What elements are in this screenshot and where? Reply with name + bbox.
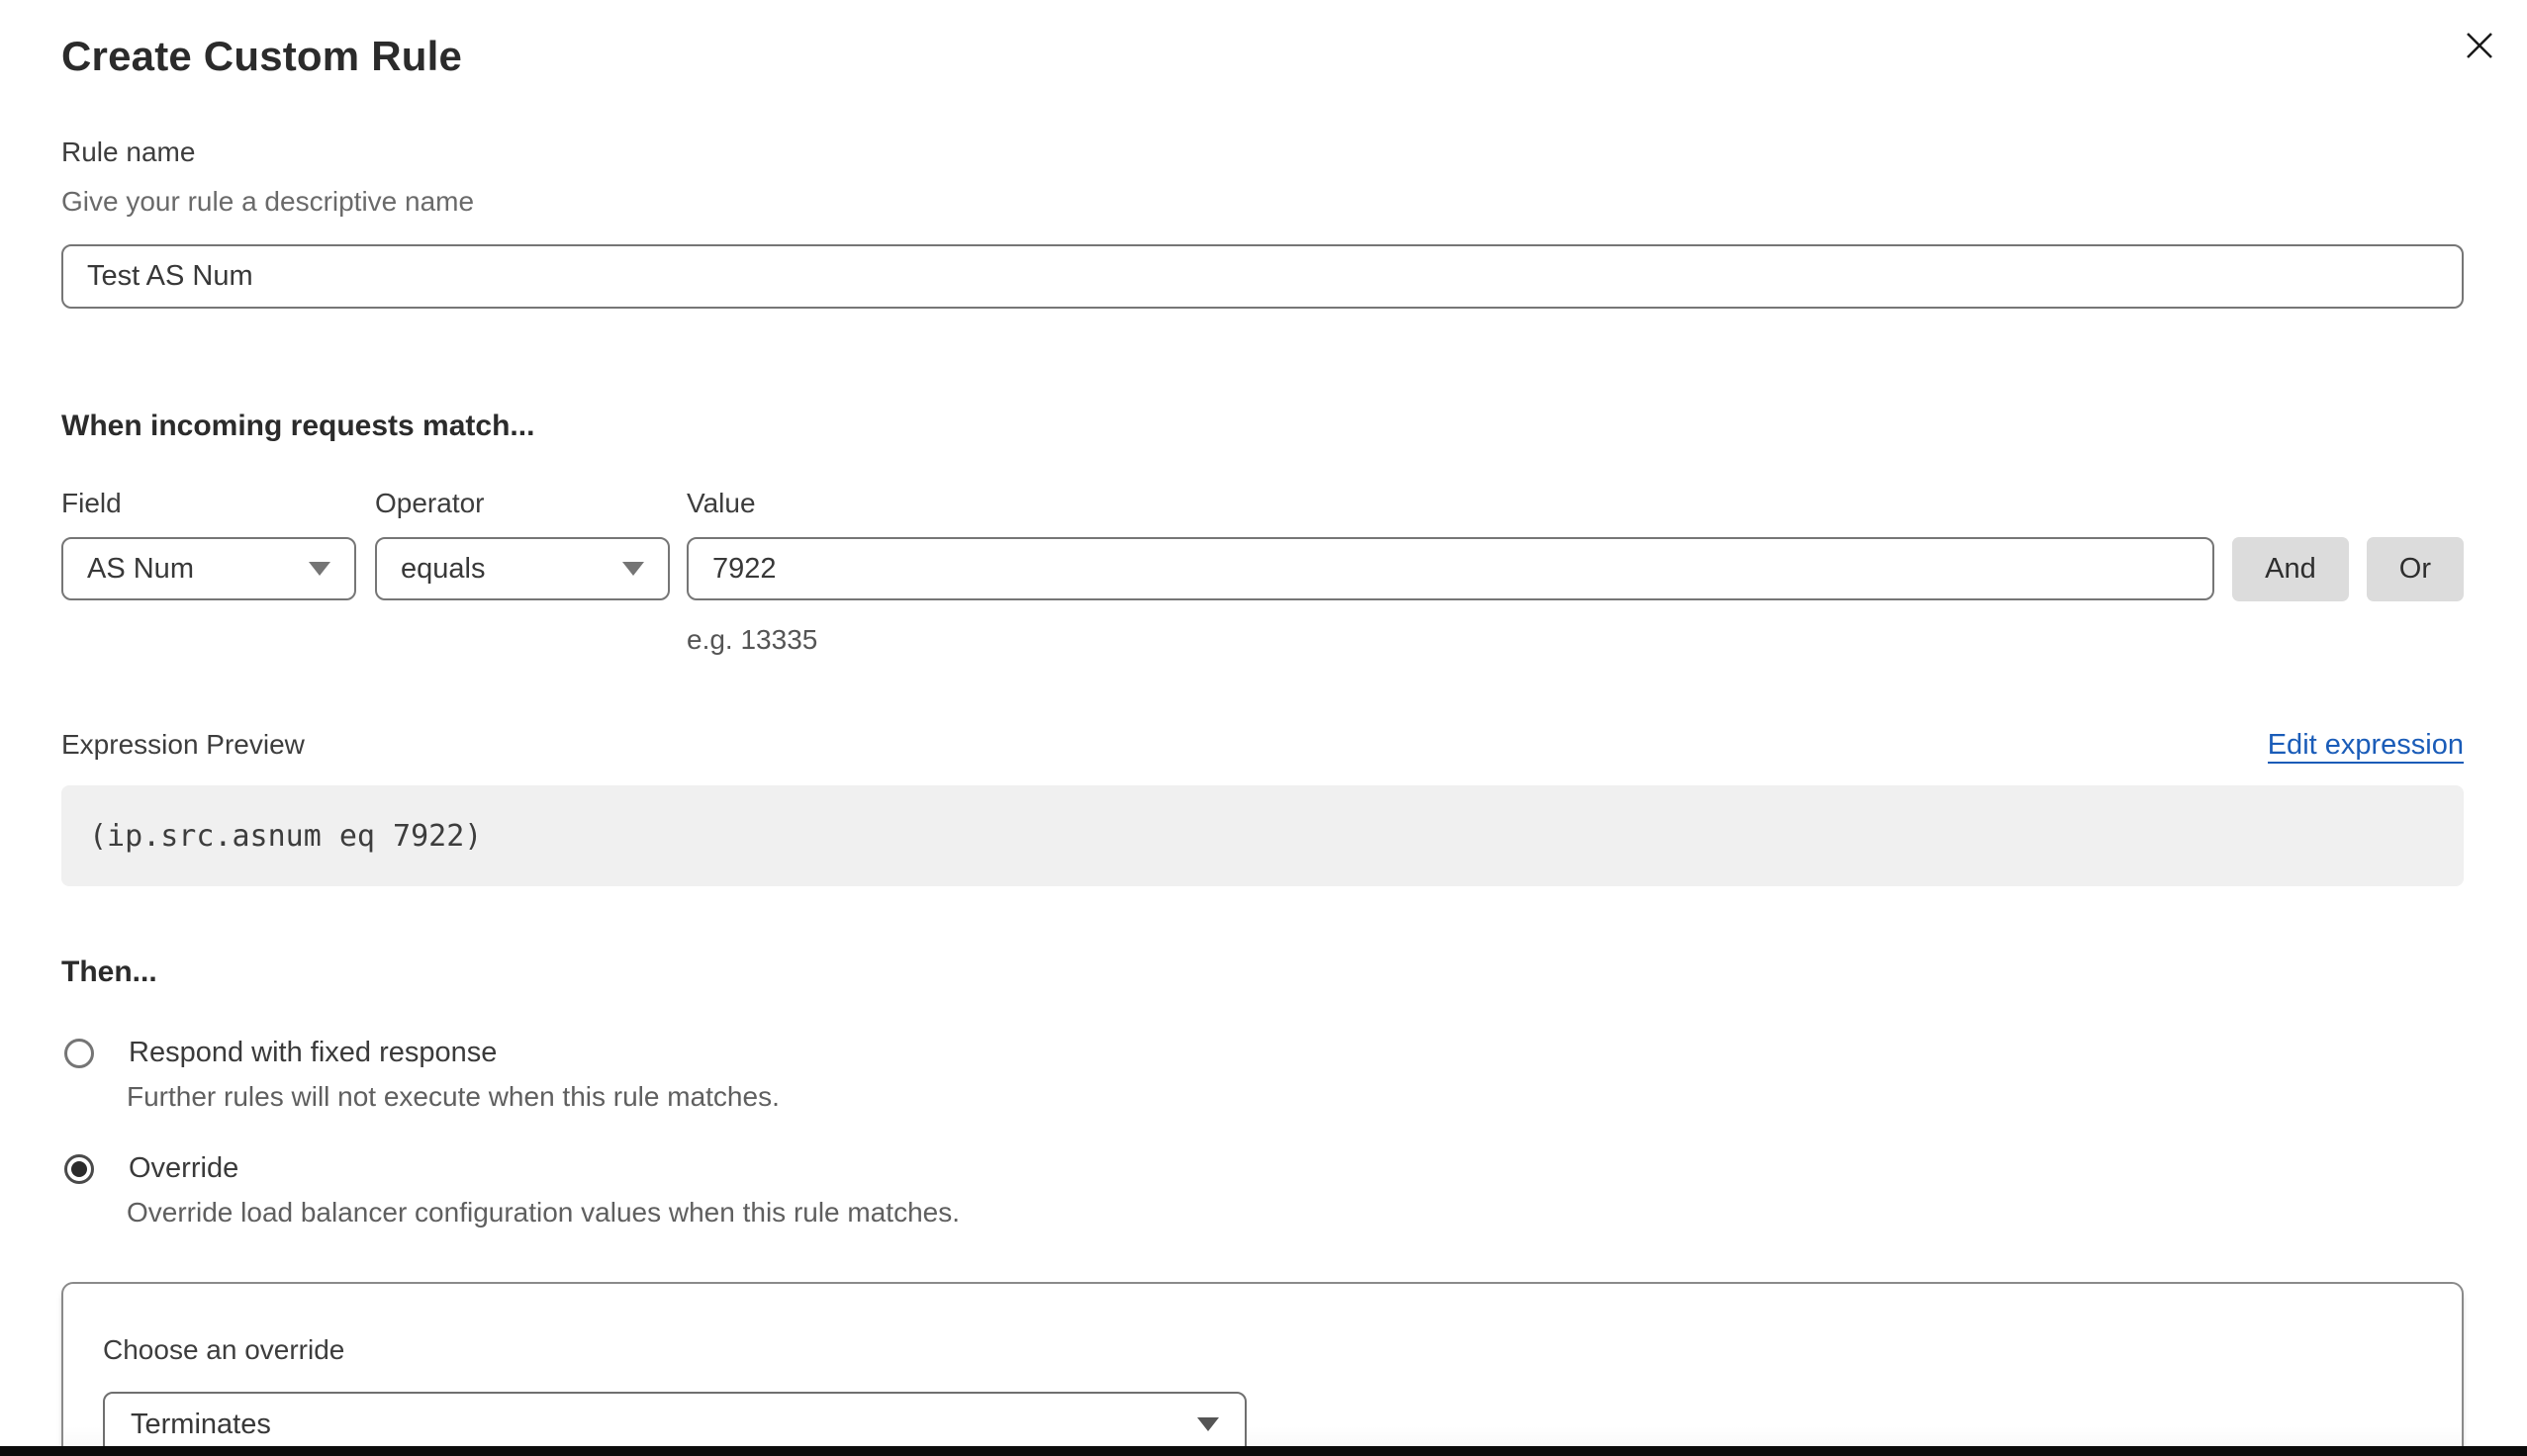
rule-name-input[interactable]: Test AS Num <box>61 244 2464 309</box>
chevron-down-icon <box>622 562 644 576</box>
override-radio-label[interactable]: Override <box>129 1152 238 1185</box>
conjunction-buttons: And Or <box>2232 487 2464 601</box>
field-label: Field <box>61 487 356 520</box>
create-custom-rule-dialog: Create Custom Rule Rule name Give your r… <box>0 0 2527 1456</box>
expression-code: (ip.src.asnum eq 7922) <box>89 819 482 854</box>
operator-select[interactable]: equals <box>375 537 670 600</box>
override-settings-panel: Choose an override Terminates <box>61 1282 2464 1456</box>
fixed-response-helper: Further rules will not execute when this… <box>127 1081 2464 1113</box>
close-button[interactable] <box>2460 26 2499 65</box>
radio-option-override: Override Override load balancer configur… <box>61 1152 2464 1228</box>
override-select-value: Terminates <box>131 1409 271 1441</box>
operator-label: Operator <box>375 487 670 520</box>
edit-expression-link[interactable]: Edit expression <box>2268 728 2464 764</box>
condition-row: Field AS Num Operator equals Value 7922 … <box>61 487 2464 657</box>
or-button[interactable]: Or <box>2367 537 2464 601</box>
rule-name-label: Rule name <box>61 136 2464 169</box>
radio-selected-icon[interactable] <box>64 1154 94 1184</box>
rule-name-helper: Give your rule a descriptive name <box>61 185 2464 219</box>
chevron-down-icon <box>309 562 330 576</box>
expression-preview-box: (ip.src.asnum eq 7922) <box>61 785 2464 886</box>
operator-select-value: equals <box>401 553 485 586</box>
expression-preview-label: Expression Preview <box>61 728 305 762</box>
and-button[interactable]: And <box>2232 537 2349 601</box>
value-label: Value <box>687 487 2214 520</box>
then-section-heading: Then... <box>61 956 2464 989</box>
choose-override-label: Choose an override <box>103 1333 2462 1367</box>
value-example-helper: e.g. 13335 <box>687 623 2214 657</box>
value-input[interactable]: 7922 <box>687 537 2214 600</box>
value-input-value: 7922 <box>712 553 777 586</box>
action-radio-group: Respond with fixed response Further rule… <box>61 1037 2464 1228</box>
override-helper: Override load balancer configuration val… <box>127 1197 2464 1228</box>
close-icon <box>2464 30 2495 61</box>
chevron-down-icon <box>1197 1417 1219 1431</box>
radio-option-fixed-response: Respond with fixed response Further rule… <box>61 1037 2464 1113</box>
field-select-value: AS Num <box>87 553 194 586</box>
radio-unselected-icon[interactable] <box>64 1039 94 1068</box>
bottom-edge-bar <box>0 1446 2527 1456</box>
field-select[interactable]: AS Num <box>61 537 356 600</box>
rule-name-input-value: Test AS Num <box>87 260 253 293</box>
fixed-response-radio-label[interactable]: Respond with fixed response <box>129 1037 497 1069</box>
dialog-title: Create Custom Rule <box>61 33 2464 80</box>
match-section-heading: When incoming requests match... <box>61 410 2464 443</box>
